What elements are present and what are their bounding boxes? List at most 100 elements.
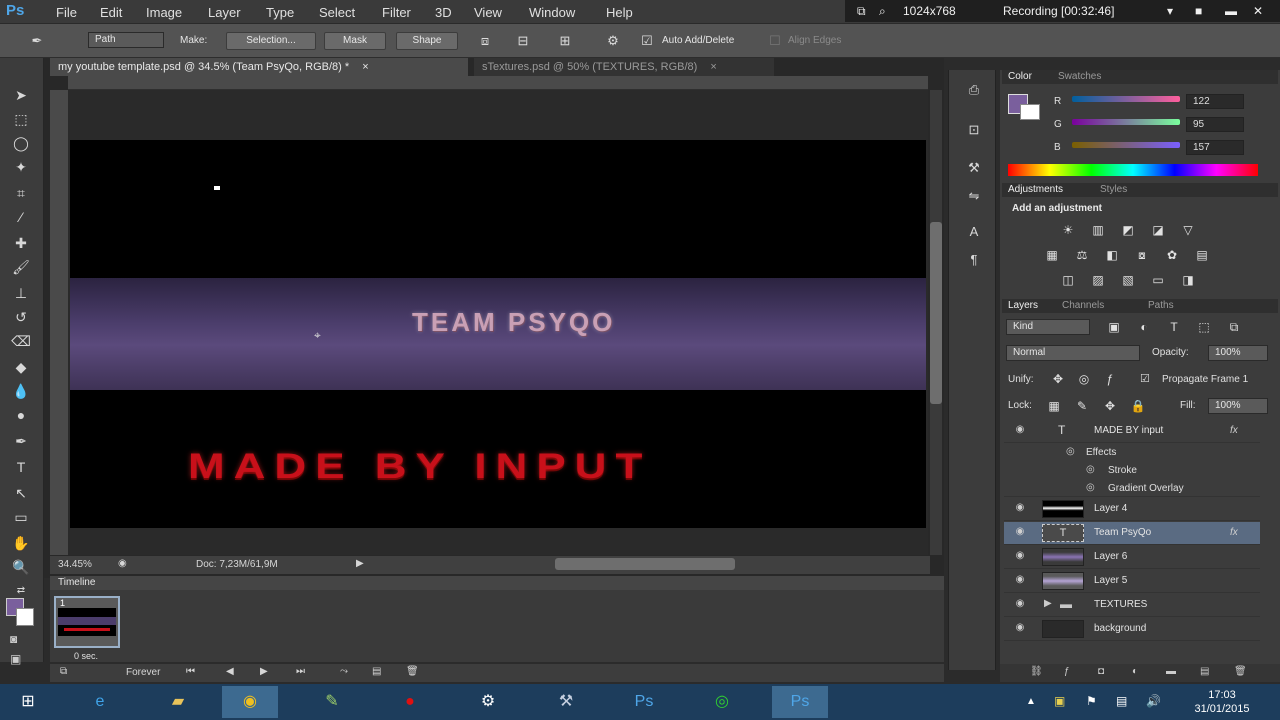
exposure-icon[interactable]: ◪ [1148,222,1168,238]
stroke-effect-row[interactable]: ◎ Stroke [1004,461,1260,479]
layer-row-textures[interactable]: ◉ ▶ ▬ TEXTURES [1004,594,1260,617]
chevron-down-icon[interactable]: ▾ [1167,4,1173,18]
eyedropper-icon[interactable]: ⁄ [10,206,32,228]
photoshop-active-taskbar-icon[interactable]: Ps [772,686,828,718]
zoom-level[interactable]: 34.45% [58,559,92,570]
pen-tool-icon[interactable]: ✒ [10,430,32,452]
levels-icon[interactable]: ▥ [1088,222,1108,238]
path-alignment-icon[interactable]: ⊟ [514,32,532,50]
shape-button[interactable]: Shape [396,32,458,50]
filter-shape-icon[interactable]: ⬚ [1194,319,1214,335]
new-frame-icon[interactable]: ▤ [372,666,381,677]
g-slider[interactable] [1072,119,1180,125]
fx-icon[interactable]: fx [1230,425,1238,436]
menu-file[interactable]: File [56,5,77,20]
color-bg-swatch[interactable] [1020,104,1040,120]
status-icon[interactable]: ◉ [118,558,127,569]
b-value[interactable]: 157 [1186,140,1244,155]
layer-row-made-by-input[interactable]: ◉ T MADE BY input fx [1004,420,1260,443]
new-adjustment-icon[interactable]: ◐ [1132,666,1138,677]
menu-edit[interactable]: Edit [100,5,122,20]
photo-filter-icon[interactable]: ⧇ [1132,247,1152,263]
quick-mask-icon[interactable]: ◙ [10,632,17,646]
fx-icon[interactable]: fx [1230,527,1238,538]
eye-icon[interactable]: ◉ [1012,550,1028,564]
paragraph-icon[interactable]: ¶ [963,250,985,270]
tab-paths[interactable]: Paths [1148,299,1174,313]
new-group-icon[interactable]: ▬ [1166,666,1176,677]
filter-pixel-icon[interactable]: ▣ [1104,319,1124,335]
tab-adjustments[interactable]: Adjustments [1008,183,1063,197]
delete-frame-icon[interactable]: 🗑 [406,666,419,677]
blur-tool-icon[interactable]: 💧 [10,380,32,402]
eye-icon[interactable]: ◉ [1012,622,1028,636]
lasso-tool-icon[interactable]: ◯ [10,132,32,154]
opacity-field[interactable]: 100% [1208,345,1268,361]
tab-my-youtube-template[interactable]: my youtube template.psd @ 34.5% (Team Ps… [50,58,468,76]
eye-icon[interactable]: ◉ [1012,598,1028,612]
layer-row-layer-6[interactable]: ◉ Layer 6 [1004,546,1260,569]
tab-layers[interactable]: Layers [1008,299,1038,313]
stroke-eye-icon[interactable]: ◎ [1086,464,1095,475]
add-mask-icon[interactable]: ◘ [1098,666,1104,677]
taskbar-clock[interactable]: 17:03 31/01/2015 [1172,688,1272,716]
stop-icon[interactable]: ■ [1195,4,1202,18]
hand-tool-icon[interactable]: ✋ [10,532,32,554]
filter-smart-icon[interactable]: ⧉ [1224,319,1244,335]
threshold-icon[interactable]: ▧ [1118,272,1138,288]
menu-view[interactable]: View [474,5,502,20]
dodge-tool-icon[interactable]: ● [10,404,32,426]
loop-dropdown[interactable]: Forever [126,667,160,678]
gradient-overlay-row[interactable]: ◎ Gradient Overlay [1004,479,1260,497]
show-hidden-icons-icon[interactable]: ▲ [1026,696,1036,707]
flag-icon[interactable]: ⚑ [1086,694,1097,708]
mask-button[interactable]: Mask [324,32,386,50]
gear-icon[interactable]: ⚙ [604,32,622,50]
brush-presets-icon[interactable]: ⇋ [963,186,985,206]
minimize-icon[interactable]: ▬ [1225,4,1237,18]
brightness-icon[interactable]: ☀ [1058,222,1078,238]
gradient-map-icon[interactable]: ▭ [1148,272,1168,288]
filter-type-icon[interactable]: T [1164,319,1184,335]
tween-icon[interactable]: ⤳ [340,666,348,677]
frame-delay[interactable]: 0 sec. [74,651,98,661]
character-icon[interactable]: A [963,222,985,242]
lock-all-icon[interactable]: 🔒 [1128,398,1148,414]
game-app-icon[interactable]: ◎ [694,686,750,718]
expand-arrow-icon[interactable]: ▶ [1044,598,1052,609]
menu-filter[interactable]: Filter [382,5,411,20]
r-value[interactable]: 122 [1186,94,1244,109]
color-spectrum[interactable] [1008,164,1258,176]
windows-start-icon[interactable]: ⊞ [0,686,56,718]
eye-icon[interactable]: ◉ [1012,502,1028,516]
tab-channels[interactable]: Channels [1062,299,1104,313]
tab-close-icon[interactable]: × [710,61,716,73]
g-value[interactable]: 95 [1186,117,1244,132]
path-arrangement-icon[interactable]: ⊞ [556,32,574,50]
close-icon[interactable]: ✕ [1253,4,1263,18]
gradient-eye-icon[interactable]: ◎ [1086,482,1095,493]
tab-stextures[interactable]: sTextures.psd @ 50% (TEXTURES, RGB/8) × [474,58,774,76]
eraser-tool-icon[interactable]: ⌫ [10,330,32,352]
b-slider[interactable] [1072,142,1180,148]
delete-layer-icon[interactable]: 🗑 [1234,666,1247,677]
tool-presets-icon[interactable]: ⚒ [963,158,985,178]
tray-app-icon[interactable]: ▣ [1054,694,1065,708]
healing-brush-icon[interactable]: ✚ [10,232,32,254]
first-frame-icon[interactable]: ⏮ [186,666,195,677]
menu-type[interactable]: Type [266,5,294,20]
tab-close-icon[interactable]: × [362,61,368,73]
play-icon[interactable]: ▶ [260,666,268,677]
layer-row-layer-5[interactable]: ◉ Layer 5 [1004,570,1260,593]
selection-button[interactable]: Selection... [226,32,316,50]
document-canvas[interactable]: TEAM PSYQO ⌖ MADE BY INPUT [70,140,926,528]
type-tool-icon[interactable]: T [10,456,32,478]
posterize-icon[interactable]: ▨ [1088,272,1108,288]
menu-layer[interactable]: Layer [208,5,241,20]
paint-bucket-icon[interactable]: ◆ [10,356,32,378]
align-edges-checkbox[interactable]: ☐ [766,32,784,50]
status-menu-arrow-icon[interactable]: ▶ [356,558,364,569]
horizontal-scroll-thumb[interactable] [555,558,735,570]
path-operations-icon[interactable]: ⧈ [476,32,494,50]
unify-position-icon[interactable]: ✥ [1048,371,1068,387]
